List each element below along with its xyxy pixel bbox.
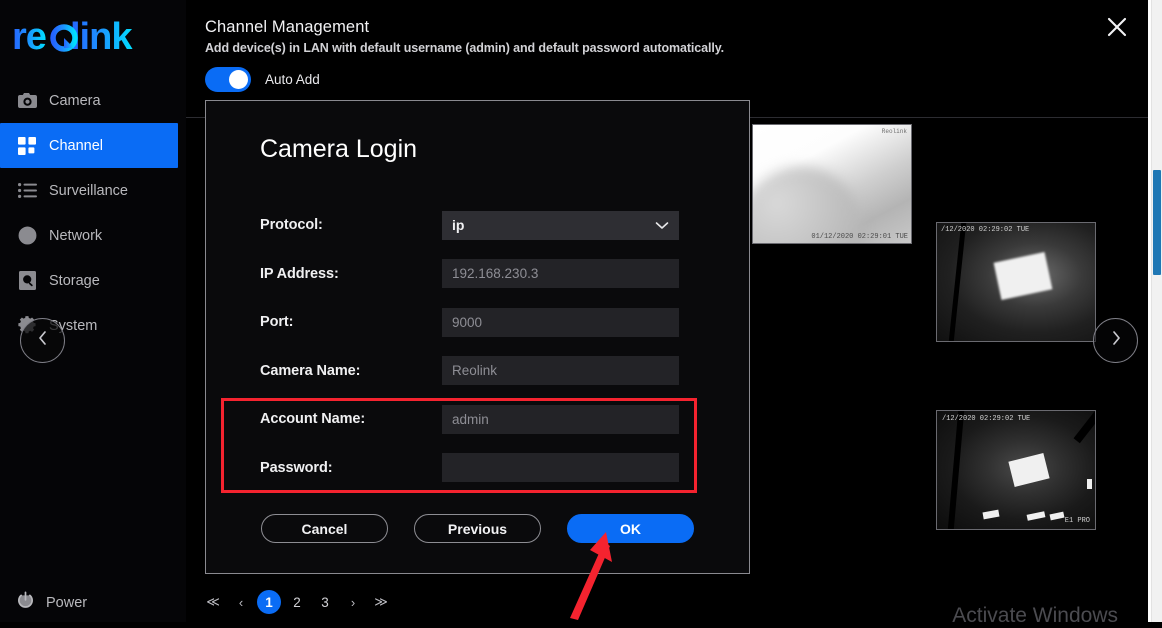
field-row-port: Port: 9000 <box>206 298 749 347</box>
thumb-corner-label: E1 PRO <box>1064 517 1090 525</box>
protocol-select[interactable]: ip <box>442 210 679 240</box>
field-row-account-name: Account Name: admin <box>206 395 749 444</box>
chevron-down-icon <box>655 218 669 233</box>
field-row-protocol: Protocol: ip <box>206 201 749 250</box>
sidebar-nav: Camera Channel Surveillance Network Stor… <box>0 78 186 348</box>
dialog-button-row: Cancel Previous OK <box>206 514 749 543</box>
reolink-nvr-app: re link Camera Channel Surveillance Netw… <box>0 0 1162 627</box>
camera-thumb-1[interactable]: Reolink 01/12/2020 02:29:01 TUE <box>752 124 912 244</box>
close-button[interactable] <box>1100 12 1134 46</box>
field-row-camera-name: Camera Name: Reolink <box>206 347 749 396</box>
pagination-page-3[interactable]: 3 <box>313 590 337 614</box>
thumb-corner-label: Reolink <box>881 128 907 135</box>
globe-icon <box>16 225 38 247</box>
pagination: ≪ ‹ 1 2 3 › ≫ <box>201 590 393 614</box>
page-subtitle: Add device(s) in LAN with default userna… <box>205 41 725 55</box>
scrollbar-track[interactable] <box>1151 0 1162 622</box>
sidebar-item-network[interactable]: Network <box>0 213 186 258</box>
account-name-label: Account Name: <box>260 411 366 428</box>
sidebar-collapse-button[interactable] <box>20 318 65 363</box>
camera-name-field[interactable]: Reolink <box>442 356 679 386</box>
protocol-value: ip <box>452 217 465 234</box>
camera-login-form: Protocol: ip IP Address: 192.168.230.3 P… <box>206 201 749 492</box>
ok-button[interactable]: OK <box>567 514 694 543</box>
browser-scrollbar-strip[interactable] <box>1148 0 1162 622</box>
account-name-field[interactable]: admin <box>442 404 679 434</box>
ip-address-field[interactable]: 192.168.230.3 <box>442 259 679 289</box>
power-label: Power <box>46 594 88 611</box>
toggle-knob <box>229 70 248 89</box>
sidebar-item-camera[interactable]: Camera <box>0 78 186 123</box>
sidebar-item-label: Storage <box>49 272 100 289</box>
scrollbar-thumb[interactable] <box>1153 170 1161 275</box>
sidebar-item-channel[interactable]: Channel <box>0 123 178 168</box>
cancel-button[interactable]: Cancel <box>261 514 388 543</box>
sidebar-item-label: Network <box>49 227 103 244</box>
camera-name-label: Camera Name: <box>260 362 361 379</box>
protocol-label: Protocol: <box>260 217 323 234</box>
password-label: Password: <box>260 459 333 476</box>
grid-icon <box>16 135 38 157</box>
sidebar-item-label: Camera <box>49 92 101 109</box>
svg-text:link: link <box>70 16 133 58</box>
sidebar-item-label: Surveillance <box>49 182 128 199</box>
field-row-ip-address: IP Address: 192.168.230.3 <box>206 250 749 299</box>
auto-add-toggle[interactable] <box>205 67 251 92</box>
list-icon <box>16 180 38 202</box>
disk-search-icon <box>16 270 38 292</box>
pagination-page-1[interactable]: 1 <box>257 590 281 614</box>
thumb-timestamp: 01/12/2020 02:29:01 TUE <box>811 233 908 241</box>
next-page-button[interactable] <box>1093 318 1138 363</box>
sidebar-item-surveillance[interactable]: Surveillance <box>0 168 186 213</box>
pagination-next[interactable]: › <box>341 590 365 614</box>
sidebar-item-storage[interactable]: Storage <box>0 258 186 303</box>
pagination-page-2[interactable]: 2 <box>285 590 309 614</box>
thumb-timestamp: /12/2020 02:29:02 TUE <box>941 226 1030 234</box>
port-field[interactable]: 9000 <box>442 307 679 337</box>
camera-login-dialog: Camera Login Protocol: ip IP Address: 19… <box>205 100 750 574</box>
auto-add-row: Auto Add <box>205 67 320 92</box>
power-icon <box>16 591 35 614</box>
power-button[interactable]: Power <box>16 591 87 614</box>
pagination-last[interactable]: ≫ <box>369 590 393 614</box>
pagination-first[interactable]: ≪ <box>201 590 225 614</box>
dialog-title: Camera Login <box>260 135 418 163</box>
camera-thumb-2[interactable]: /12/2020 02:29:02 TUE <box>936 222 1096 342</box>
camera-thumb-3[interactable]: /12/2020 02:29:02 TUE E1 PRO <box>936 410 1096 530</box>
windows-watermark: Activate Windows <box>952 604 1118 627</box>
auto-add-label: Auto Add <box>265 72 320 87</box>
page-title: Channel Management <box>205 18 370 36</box>
chevron-left-icon <box>36 329 50 352</box>
password-field[interactable] <box>442 453 679 483</box>
sidebar: re link Camera Channel Surveillance Netw… <box>0 0 186 622</box>
reolink-logo: re link <box>12 14 162 60</box>
svg-text:re: re <box>12 16 46 58</box>
previous-button[interactable]: Previous <box>414 514 541 543</box>
sidebar-item-label: Channel <box>49 137 104 154</box>
thumb-timestamp: /12/2020 02:29:02 TUE <box>942 415 1031 423</box>
field-row-password: Password: <box>206 444 749 493</box>
camera-icon <box>16 90 38 112</box>
ip-address-label: IP Address: <box>260 265 339 282</box>
chevron-right-icon <box>1109 329 1123 352</box>
close-icon <box>1106 16 1128 43</box>
pagination-prev[interactable]: ‹ <box>229 590 253 614</box>
port-label: Port: <box>260 314 294 331</box>
